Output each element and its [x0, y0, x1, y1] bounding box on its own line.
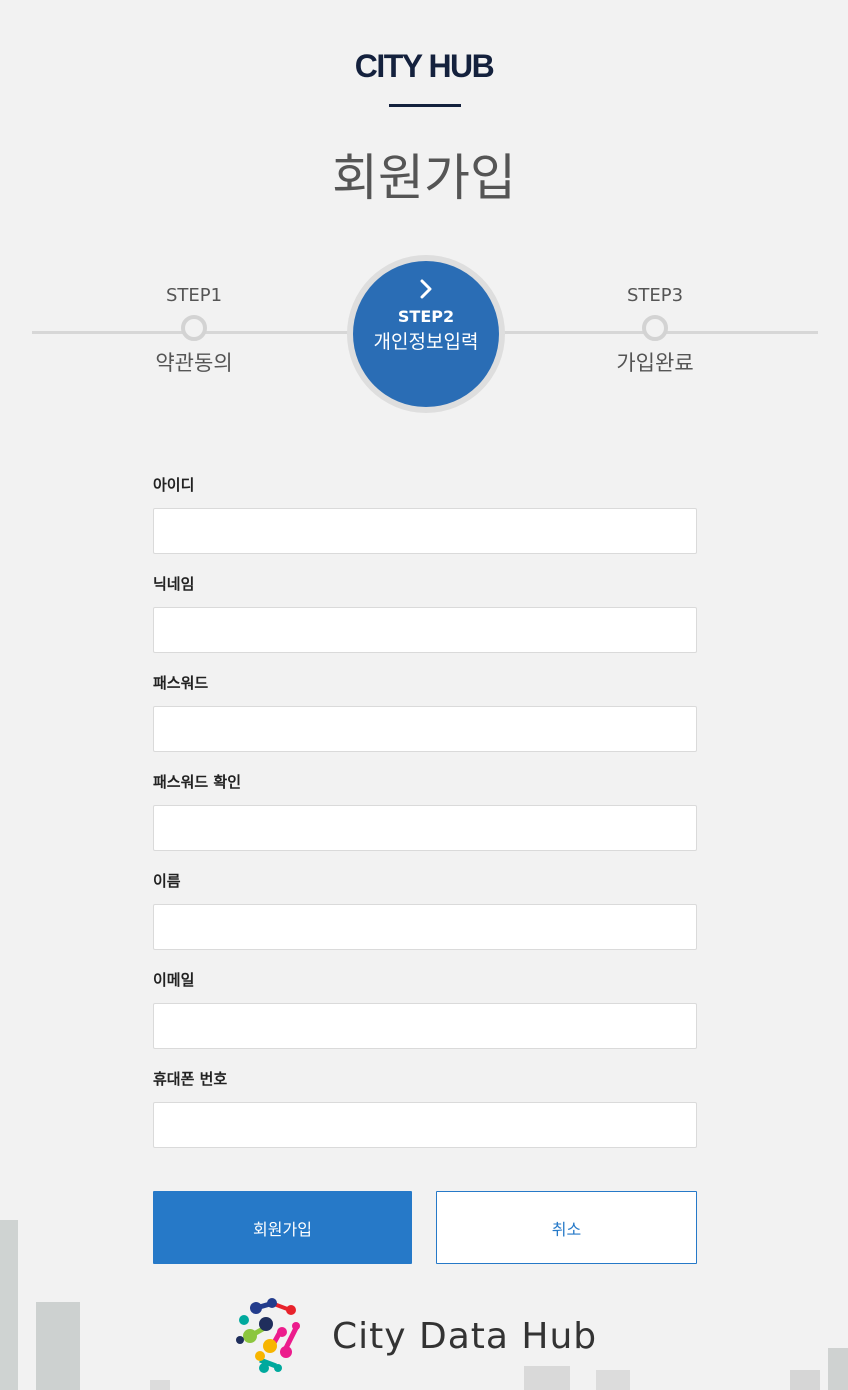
cancel-button[interactable]: 취소: [436, 1191, 697, 1264]
user-id-label: 아이디: [153, 476, 195, 494]
field-user-id: 아이디: [153, 475, 697, 554]
password-label: 패스워드: [153, 674, 209, 692]
password-confirm-input[interactable]: [153, 805, 697, 851]
chevron-right-icon: [353, 275, 499, 305]
brand-underline: [389, 104, 461, 107]
step-2-label: 개인정보입력: [373, 331, 479, 353]
field-nickname: 닉네임: [153, 574, 697, 653]
step-1-dot: [181, 315, 207, 341]
field-phone: 휴대폰 번호: [153, 1069, 697, 1148]
field-name: 이름: [153, 871, 697, 950]
step-3-number: STEP3: [626, 285, 684, 306]
logo-text: City Data Hub: [332, 1315, 598, 1357]
name-input[interactable]: [153, 904, 697, 950]
nickname-input[interactable]: [153, 607, 697, 653]
step-1: STEP1 약관동의: [114, 283, 274, 377]
brand-title: CITY HUB: [354, 48, 495, 84]
nickname-label: 닉네임: [153, 575, 195, 593]
page-title: 회원가입: [332, 149, 516, 207]
user-id-input[interactable]: [153, 508, 697, 554]
step-3-label: 가입완료: [616, 351, 694, 375]
email-input[interactable]: [153, 1003, 697, 1049]
city-data-hub-logo: City Data Hub: [234, 1296, 597, 1376]
field-password-confirm: 패스워드 확인: [153, 772, 697, 851]
email-label: 이메일: [153, 971, 195, 989]
signup-button[interactable]: 회원가입: [153, 1191, 412, 1264]
step-1-number: STEP1: [165, 285, 223, 306]
phone-input[interactable]: [153, 1102, 697, 1148]
step-3: STEP3 가입완료: [575, 283, 735, 377]
phone-label: 휴대폰 번호: [153, 1070, 228, 1088]
molecule-dots-icon: [236, 1298, 300, 1373]
step-2-number: STEP2: [397, 307, 455, 326]
password-confirm-label: 패스워드 확인: [153, 773, 242, 791]
password-input[interactable]: [153, 706, 697, 752]
step-2-circle: STEP2 개인정보입력: [353, 261, 499, 407]
name-label: 이름: [153, 872, 181, 890]
field-email: 이메일: [153, 970, 697, 1049]
step-3-dot: [642, 315, 668, 341]
field-password: 패스워드: [153, 673, 697, 752]
step-1-label: 약관동의: [155, 351, 233, 375]
step-2-active: STEP2 개인정보입력: [347, 255, 505, 413]
